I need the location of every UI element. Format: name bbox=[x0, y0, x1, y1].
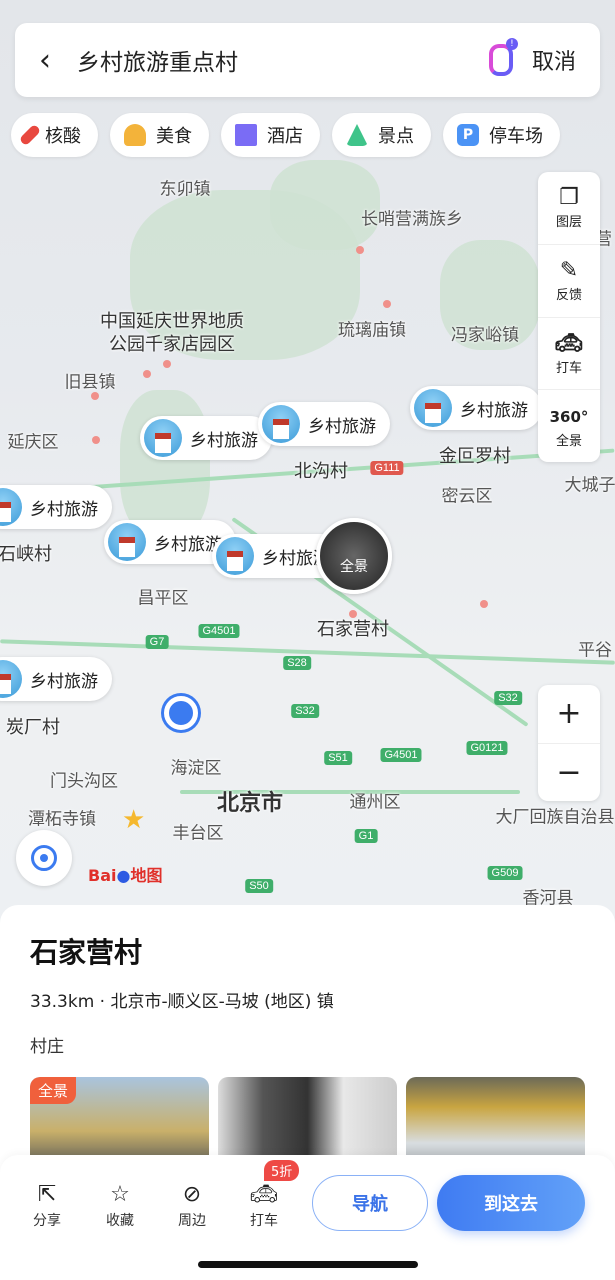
road-shield: G1 bbox=[354, 829, 378, 843]
map-label: 密云区 bbox=[441, 486, 493, 507]
parking-icon: P bbox=[457, 124, 479, 146]
map-label: 延庆区 bbox=[7, 432, 59, 453]
share-button[interactable]: ⇱ 分享 bbox=[22, 1180, 72, 1230]
house-icon bbox=[108, 523, 146, 561]
compass-icon: ⊘ bbox=[182, 1182, 202, 1207]
map-label: 通州区 bbox=[349, 792, 401, 813]
panorama-tag: 全景 bbox=[30, 1077, 77, 1104]
house-icon bbox=[0, 488, 22, 526]
locate-button[interactable] bbox=[16, 830, 72, 886]
map-label: 长哨营满族乡 bbox=[361, 209, 463, 230]
star-icon: ☆ bbox=[110, 1182, 130, 1207]
map-label: 冯家峪镇 bbox=[451, 325, 519, 346]
chip-nucleic-acid[interactable]: 核酸 bbox=[11, 113, 98, 157]
feedback-button[interactable]: ✎ 反馈 bbox=[538, 245, 600, 318]
map-marker-rural-tourism[interactable]: 乡村旅游 bbox=[0, 485, 112, 529]
back-icon[interactable]: ‹ bbox=[39, 43, 51, 78]
road-shield: G4501 bbox=[198, 624, 240, 638]
road-shield: G7 bbox=[145, 635, 169, 649]
map-label: 公园千家店园区 bbox=[109, 334, 235, 355]
chip-hotel[interactable]: 酒店 bbox=[221, 113, 320, 157]
house-icon bbox=[262, 405, 300, 443]
food-icon bbox=[124, 124, 146, 146]
hotel-icon bbox=[235, 124, 257, 146]
taxi-icon: 🚕︎ bbox=[250, 1182, 278, 1207]
map-toolbar: ❐ 图层 ✎ 反馈 🚕︎ 打车 360° 全景 bbox=[538, 172, 600, 462]
nearby-button[interactable]: ⊘ 周边 bbox=[167, 1180, 217, 1230]
map-marker-rural-tourism[interactable]: 乡村旅游 bbox=[0, 657, 112, 701]
house-icon bbox=[144, 419, 182, 457]
baidu-map-logo: Bai●地图 bbox=[88, 866, 163, 885]
share-icon: ⇱ bbox=[37, 1182, 57, 1207]
test-tube-icon bbox=[18, 123, 42, 147]
360-icon: 360° bbox=[549, 407, 589, 426]
house-icon bbox=[414, 389, 452, 427]
road-shield: S32 bbox=[291, 704, 319, 718]
panorama-button[interactable]: 360° 全景 bbox=[538, 390, 600, 462]
map-label: 琉璃庙镇 bbox=[338, 320, 406, 341]
road-shield: G0121 bbox=[466, 741, 508, 755]
road-shield: G4501 bbox=[380, 748, 422, 762]
map-label: 大城子 bbox=[564, 475, 615, 496]
star-icon: ★ bbox=[122, 805, 146, 835]
house-icon bbox=[0, 660, 22, 698]
favorite-button[interactable]: ☆ 收藏 bbox=[95, 1180, 145, 1230]
map-label: 昌平区 bbox=[137, 588, 189, 609]
map-marker-rural-tourism[interactable]: 乡村旅游 bbox=[410, 386, 542, 430]
taxi-icon: 🚕︎ bbox=[555, 330, 583, 356]
map-label: 炭厂村 bbox=[6, 717, 60, 738]
map-label: 北京市 bbox=[216, 791, 284, 816]
layers-icon: ❐ bbox=[559, 185, 579, 211]
map-label: 东卯镇 bbox=[159, 179, 211, 200]
road-shield: S32 bbox=[494, 691, 522, 705]
map-label: 石家营村 bbox=[317, 619, 389, 640]
search-bar[interactable]: ‹ 乡村旅游重点村 取消 bbox=[15, 23, 600, 97]
panorama-marker[interactable]: 全景 bbox=[316, 518, 392, 594]
microphone-icon[interactable] bbox=[486, 38, 518, 78]
road-shield: S50 bbox=[245, 879, 273, 893]
map-label: 丰台区 bbox=[172, 823, 224, 844]
map-label: 平谷 bbox=[578, 640, 612, 661]
navigate-button[interactable]: 导航 bbox=[312, 1175, 428, 1231]
map-label: 门头沟区 bbox=[50, 771, 118, 792]
map-label: 海淀区 bbox=[170, 758, 222, 779]
feedback-icon: ✎ bbox=[559, 258, 579, 284]
map-label: 北沟村 bbox=[294, 461, 348, 482]
taxi-button[interactable]: 🚕︎ 打车 bbox=[239, 1180, 289, 1230]
discount-badge: 5折 bbox=[264, 1160, 300, 1181]
map-label: 石峡村 bbox=[0, 544, 52, 565]
place-address: 33.3km · 北京市-顺义区-马坡 (地区) 镇 bbox=[30, 992, 334, 1012]
map-label: 旧县镇 bbox=[64, 372, 116, 393]
road-shield: S51 bbox=[324, 751, 352, 765]
road-shield: S28 bbox=[283, 656, 311, 670]
place-name: 石家营村 bbox=[30, 936, 143, 969]
house-icon bbox=[216, 537, 254, 575]
map-marker-rural-tourism[interactable]: 乡村旅游 bbox=[258, 402, 390, 446]
go-here-button[interactable]: 到这去 bbox=[437, 1175, 585, 1231]
layers-button[interactable]: ❐ 图层 bbox=[538, 172, 600, 245]
home-indicator[interactable] bbox=[198, 1261, 418, 1268]
search-input[interactable]: 乡村旅游重点村 bbox=[77, 43, 486, 77]
chip-scenic[interactable]: 景点 bbox=[332, 113, 431, 157]
taxi-button[interactable]: 🚕︎ 打车 bbox=[538, 318, 600, 391]
map-label: 大厂回族自治县 bbox=[495, 807, 615, 828]
cancel-button[interactable]: 取消 bbox=[532, 44, 576, 76]
chip-parking[interactable]: P 停车场 bbox=[443, 113, 560, 157]
map-label: 潭柘寺镇 bbox=[28, 809, 96, 830]
current-location-marker bbox=[164, 696, 198, 730]
mountain-icon bbox=[346, 124, 368, 146]
category-chips: 核酸 美食 酒店 景点 P 停车场 bbox=[11, 113, 560, 157]
locate-icon bbox=[31, 845, 57, 871]
place-type: 村庄 bbox=[30, 1037, 64, 1057]
zoom-control: + − bbox=[538, 685, 600, 801]
road-shield: G509 bbox=[487, 866, 523, 880]
chip-food[interactable]: 美食 bbox=[110, 113, 209, 157]
road-shield: G111 bbox=[370, 461, 404, 475]
map-label: 金叵罗村 bbox=[439, 446, 511, 467]
zoom-in-button[interactable]: + bbox=[538, 685, 600, 744]
map-marker-rural-tourism[interactable]: 乡村旅游 bbox=[140, 416, 272, 460]
zoom-out-button[interactable]: − bbox=[538, 744, 600, 802]
